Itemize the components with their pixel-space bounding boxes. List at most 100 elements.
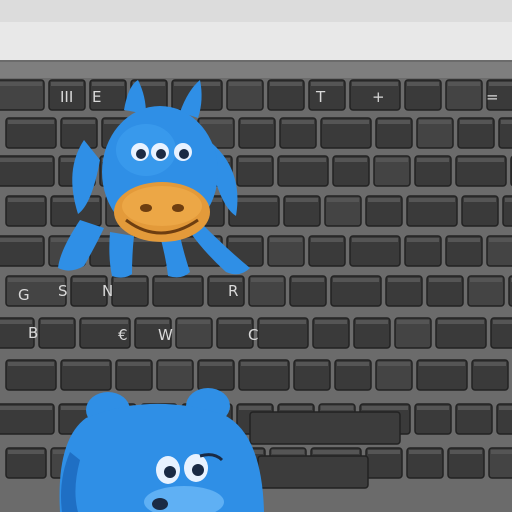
keycap-highlight — [489, 82, 512, 86]
keycap-highlight — [280, 158, 326, 162]
mascot-leg-mid-left — [109, 232, 134, 278]
keycap-highlight — [280, 406, 312, 410]
keycap-highlight — [323, 120, 369, 124]
keycap-highlight — [286, 198, 318, 202]
key-label-c: C — [248, 326, 258, 344]
keycap-highlight — [8, 198, 44, 202]
keycap-highlight — [470, 278, 502, 282]
keycap-highlight — [409, 450, 441, 454]
bear-pupil-left — [164, 466, 176, 478]
keycap-highlight — [448, 238, 480, 242]
keycap-highlight — [63, 362, 109, 366]
key-label-w: W — [158, 326, 173, 344]
keycap-highlight — [0, 82, 42, 86]
keycap-highlight — [315, 320, 347, 324]
keycap-highlight — [337, 362, 369, 366]
keycap-highlight — [321, 406, 353, 410]
keycap-highlight — [155, 278, 201, 282]
keycap-highlight — [362, 406, 408, 410]
keycap-highlight — [51, 82, 83, 86]
keycap-highlight — [41, 320, 73, 324]
keycap-highlight — [251, 278, 283, 282]
keycap-highlight — [407, 82, 439, 86]
keycap-highlight — [493, 320, 512, 324]
keycap-highlight — [429, 278, 461, 282]
keycap-highlight — [464, 198, 496, 202]
keycap-highlight — [311, 82, 343, 86]
keycap-highlight — [458, 158, 504, 162]
keys-group — [0, 79, 512, 489]
key-label-g: G — [18, 286, 30, 304]
keycap-highlight — [407, 238, 439, 242]
keycap-highlight — [270, 82, 302, 86]
scene: III E T + = G S N R B € W C — [0, 0, 512, 512]
key-label-t: T — [315, 88, 326, 106]
key-label-s: S — [58, 282, 68, 300]
wide-keycap — [257, 455, 369, 489]
keycap-highlight — [419, 362, 465, 366]
top-shadow — [0, 0, 512, 22]
mascot-nostril-left — [140, 204, 152, 212]
keycap-highlight — [417, 406, 449, 410]
key-label-equals: = — [486, 88, 499, 106]
keycap-highlight — [378, 362, 410, 366]
keycap-highlight — [0, 406, 52, 410]
keycap-highlight — [352, 238, 398, 242]
mascot-nostril-right — [172, 204, 184, 212]
keycap-highlight — [356, 320, 388, 324]
keycap-highlight — [327, 198, 359, 202]
keycap-highlight — [8, 120, 54, 124]
mascot-snout-highlight — [122, 186, 202, 226]
keycap-highlight — [229, 238, 261, 242]
keycap-highlight — [376, 158, 408, 162]
keycap-highlight — [368, 198, 400, 202]
keycap-highlight — [292, 278, 324, 282]
keycap-highlight — [438, 320, 484, 324]
wide-keycap — [249, 411, 401, 445]
keycap-highlight — [368, 450, 400, 454]
mascot-pupil-left — [136, 149, 146, 159]
keycap-highlight — [296, 362, 328, 366]
keycap-highlight — [114, 278, 146, 282]
keycap-highlight — [409, 198, 455, 202]
key-label-e: E — [92, 88, 101, 106]
keycap-highlight — [501, 120, 512, 124]
keycap-highlight — [450, 450, 482, 454]
key-label-b: B — [28, 324, 38, 342]
keycap-highlight — [397, 320, 429, 324]
keycap-highlight — [231, 198, 277, 202]
bear-nose — [152, 498, 168, 510]
keycap-highlight — [474, 362, 506, 366]
keycap-highlight — [388, 278, 420, 282]
keycap-highlight — [0, 238, 42, 242]
keycap-highlight — [270, 238, 302, 242]
keycap-highlight — [335, 158, 367, 162]
key-label-plus: + — [372, 88, 385, 106]
keycap-highlight — [489, 238, 512, 242]
keycap-highlight — [239, 406, 271, 410]
bear-pupil-right — [192, 464, 204, 476]
keycap-highlight — [458, 406, 490, 410]
keycap-highlight — [352, 82, 398, 86]
keycap-highlight — [378, 120, 410, 124]
keycap-highlight — [137, 320, 169, 324]
mascot-pupil-mid — [156, 149, 166, 159]
keycap-highlight — [200, 120, 232, 124]
keycap-highlight — [229, 82, 261, 86]
keycap-highlight — [460, 120, 492, 124]
keycap-highlight — [241, 120, 273, 124]
keycap-highlight — [178, 320, 210, 324]
keycap-highlight — [8, 362, 54, 366]
keycap-highlight — [159, 362, 191, 366]
keycap-highlight — [260, 320, 306, 324]
keycap-highlight — [219, 320, 251, 324]
keycap-highlight — [491, 450, 512, 454]
keycap-highlight — [200, 362, 232, 366]
keyboard-top-edge — [0, 62, 512, 78]
keycap-highlight — [419, 120, 451, 124]
keycap-highlight — [499, 406, 512, 410]
keycap-highlight — [82, 320, 128, 324]
key-label-euro: € — [118, 326, 128, 344]
keycap-highlight — [505, 198, 512, 202]
keycap-highlight — [8, 278, 64, 282]
